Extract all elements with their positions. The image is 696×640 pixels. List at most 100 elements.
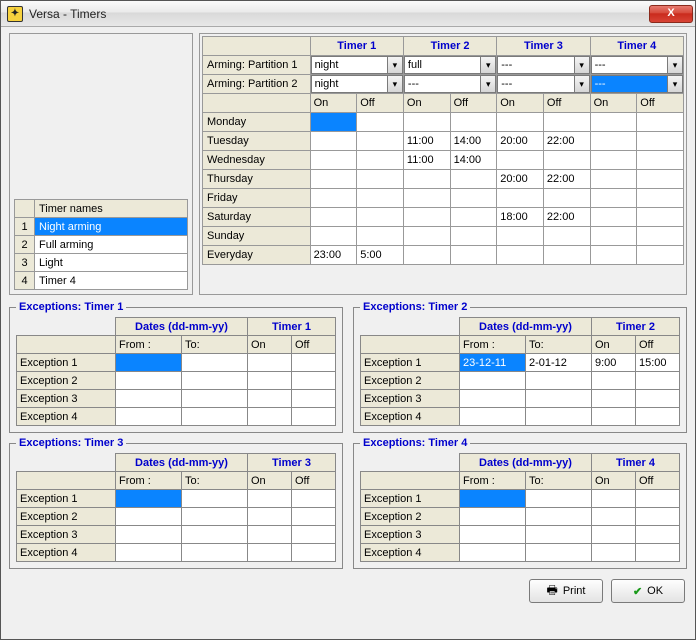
exception-on-cell[interactable]: [592, 526, 636, 544]
schedule-cell[interactable]: [450, 227, 497, 246]
schedule-cell[interactable]: [637, 151, 684, 170]
exception-off-cell[interactable]: [292, 354, 336, 372]
schedule-cell[interactable]: [357, 151, 404, 170]
close-button[interactable]: X: [649, 5, 693, 23]
schedule-cell[interactable]: [590, 246, 637, 265]
exception-on-cell[interactable]: [592, 508, 636, 526]
arming-dropdown[interactable]: night ▾: [311, 56, 403, 74]
schedule-cell[interactable]: [590, 170, 637, 189]
schedule-cell[interactable]: 11:00: [403, 151, 450, 170]
arming-dropdown[interactable]: --- ▾: [591, 75, 683, 93]
exception-to-cell[interactable]: [182, 354, 248, 372]
schedule-cell[interactable]: [590, 132, 637, 151]
exception-off-cell[interactable]: [292, 490, 336, 508]
schedule-cell[interactable]: [310, 151, 357, 170]
timer-names-grid[interactable]: Timer names 1 Night arming2 Full arming3…: [14, 199, 188, 290]
exception-on-cell[interactable]: [248, 354, 292, 372]
exception-to-cell[interactable]: 2-01-12: [526, 354, 592, 372]
exception-on-cell[interactable]: [248, 408, 292, 426]
schedule-cell[interactable]: 18:00: [497, 208, 544, 227]
exceptions-grid[interactable]: Dates (dd-mm-yy) Timer 3 From : To: On O…: [16, 453, 336, 562]
arming-dropdown[interactable]: --- ▾: [497, 75, 589, 93]
schedule-cell[interactable]: [543, 227, 590, 246]
exception-to-cell[interactable]: [182, 390, 248, 408]
schedule-cell[interactable]: 14:00: [450, 151, 497, 170]
schedule-cell[interactable]: 11:00: [403, 132, 450, 151]
exception-on-cell[interactable]: [248, 390, 292, 408]
schedule-cell[interactable]: [543, 246, 590, 265]
schedule-cell[interactable]: 22:00: [543, 132, 590, 151]
schedule-cell[interactable]: [590, 208, 637, 227]
schedule-cell[interactable]: [450, 189, 497, 208]
exception-from-cell[interactable]: [116, 372, 182, 390]
exception-from-cell[interactable]: [460, 490, 526, 508]
timer-name-row[interactable]: 4 Timer 4: [15, 272, 188, 290]
timer-name-row[interactable]: 1 Night arming: [15, 218, 188, 236]
chevron-down-icon[interactable]: ▾: [667, 76, 682, 92]
arming-dropdown[interactable]: --- ▾: [404, 75, 496, 93]
exception-off-cell[interactable]: [636, 544, 680, 562]
exception-on-cell[interactable]: [248, 372, 292, 390]
exception-from-cell[interactable]: [460, 408, 526, 426]
exception-off-cell[interactable]: [292, 526, 336, 544]
schedule-cell[interactable]: [637, 170, 684, 189]
timer-name-cell[interactable]: Night arming: [35, 218, 188, 236]
exception-from-cell[interactable]: [460, 526, 526, 544]
schedule-cell[interactable]: [497, 189, 544, 208]
schedule-cell[interactable]: [637, 246, 684, 265]
schedule-cell[interactable]: 20:00: [497, 170, 544, 189]
exception-off-cell[interactable]: [636, 526, 680, 544]
exception-on-cell[interactable]: [592, 408, 636, 426]
exception-to-cell[interactable]: [182, 372, 248, 390]
exception-on-cell[interactable]: [248, 526, 292, 544]
schedule-cell[interactable]: [357, 113, 404, 132]
schedule-cell[interactable]: [590, 227, 637, 246]
schedule-cell[interactable]: [590, 151, 637, 170]
schedule-cell[interactable]: [637, 132, 684, 151]
schedule-cell[interactable]: [497, 246, 544, 265]
schedule-grid[interactable]: Timer 1Timer 2Timer 3Timer 4Arming: Part…: [202, 36, 684, 265]
exception-off-cell[interactable]: [292, 508, 336, 526]
exception-on-cell[interactable]: [592, 490, 636, 508]
exception-on-cell[interactable]: [248, 508, 292, 526]
timer-name-row[interactable]: 2 Full arming: [15, 236, 188, 254]
chevron-down-icon[interactable]: ▾: [574, 57, 589, 73]
exception-to-cell[interactable]: [182, 490, 248, 508]
schedule-cell[interactable]: [403, 170, 450, 189]
exceptions-grid[interactable]: Dates (dd-mm-yy) Timer 4 From : To: On O…: [360, 453, 680, 562]
schedule-cell[interactable]: [403, 189, 450, 208]
schedule-cell[interactable]: [310, 208, 357, 227]
exception-to-cell[interactable]: [182, 508, 248, 526]
exception-off-cell[interactable]: [636, 490, 680, 508]
exception-to-cell[interactable]: [526, 508, 592, 526]
timer-name-cell[interactable]: Timer 4: [35, 272, 188, 290]
schedule-cell[interactable]: [403, 246, 450, 265]
schedule-cell[interactable]: [497, 151, 544, 170]
arming-dropdown[interactable]: --- ▾: [591, 56, 683, 74]
exception-on-cell[interactable]: [592, 372, 636, 390]
schedule-cell[interactable]: [403, 208, 450, 227]
chevron-down-icon[interactable]: ▾: [480, 57, 495, 73]
schedule-cell[interactable]: [310, 132, 357, 151]
exception-from-cell[interactable]: [116, 508, 182, 526]
exception-from-cell[interactable]: [116, 390, 182, 408]
timer-name-cell[interactable]: Full arming: [35, 236, 188, 254]
schedule-cell[interactable]: [543, 151, 590, 170]
chevron-down-icon[interactable]: ▾: [667, 57, 682, 73]
schedule-cell[interactable]: [450, 208, 497, 227]
exception-off-cell[interactable]: [636, 508, 680, 526]
schedule-cell[interactable]: [357, 208, 404, 227]
exception-off-cell[interactable]: [636, 372, 680, 390]
exceptions-grid[interactable]: Dates (dd-mm-yy) Timer 2 From : To: On O…: [360, 317, 680, 426]
exception-off-cell[interactable]: [292, 372, 336, 390]
exception-from-cell[interactable]: [116, 408, 182, 426]
schedule-cell[interactable]: [310, 189, 357, 208]
schedule-cell[interactable]: [310, 170, 357, 189]
schedule-cell[interactable]: [450, 113, 497, 132]
exception-from-cell[interactable]: [460, 544, 526, 562]
schedule-cell[interactable]: [637, 189, 684, 208]
exception-from-cell[interactable]: [116, 526, 182, 544]
schedule-cell[interactable]: 14:00: [450, 132, 497, 151]
arming-dropdown[interactable]: --- ▾: [497, 56, 589, 74]
exception-from-cell[interactable]: [460, 372, 526, 390]
